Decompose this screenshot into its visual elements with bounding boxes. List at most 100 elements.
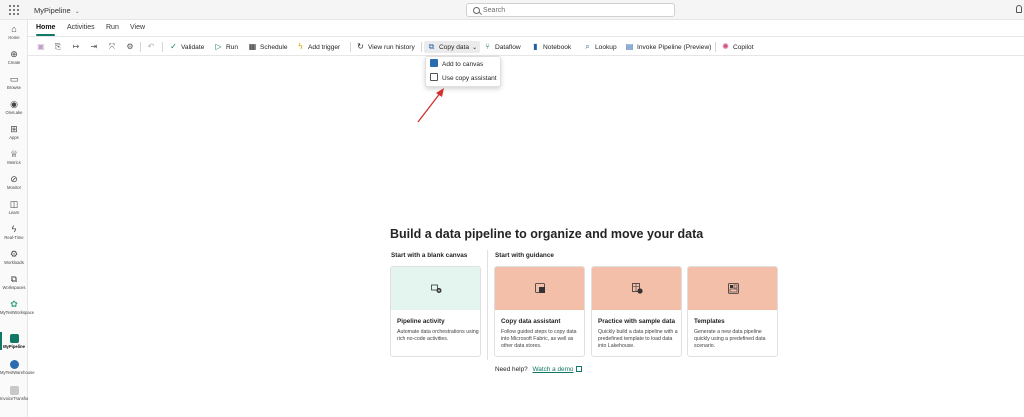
rail-item-browse[interactable]: ▭ Browse: [0, 74, 28, 90]
copy-data-menu: Add to canvas Use copy assistant: [425, 56, 501, 87]
menu-item-add-to-canvas[interactable]: Add to canvas: [430, 59, 483, 71]
workloads-icon: ⚙: [9, 249, 19, 259]
rail-item-create[interactable]: ⊕ Create: [0, 49, 28, 65]
app-launcher-icon[interactable]: [9, 5, 19, 15]
rail-item-label: Browse: [7, 85, 21, 90]
rail-item-mytestworkspace[interactable]: ✿ MyTestWorkspace: [0, 299, 35, 315]
onelake-icon: ◉: [10, 99, 18, 109]
add-trigger-label: Add trigger: [308, 44, 341, 51]
dataflow-button[interactable]: ⑂ Dataflow: [483, 41, 521, 53]
rail-item-apps[interactable]: ⊞ Apps: [0, 124, 28, 140]
lookup-button[interactable]: ⌕ Lookup: [583, 41, 617, 53]
rail-item-workspaces[interactable]: ⧉ Workspaces: [0, 274, 28, 290]
card-copy-data-assistant[interactable]: Copy data assistant Follow guided steps …: [494, 266, 585, 357]
move-out-icon[interactable]: ⇥: [89, 42, 99, 52]
view-run-history-button[interactable]: ↻ View run history: [356, 41, 415, 53]
validate-label: Validate: [181, 44, 205, 51]
expand-icon[interactable]: ⤧: [107, 42, 117, 52]
card-description: Follow guided steps to copy data into Mi…: [501, 329, 577, 349]
schedule-button[interactable]: ▦ Schedule: [248, 41, 288, 53]
monitor-icon: ⊘: [10, 174, 18, 184]
pipeline-icon: [9, 334, 19, 343]
home-icon: ⌂: [11, 24, 17, 34]
save-icon[interactable]: ▣: [36, 42, 46, 52]
rail-item-label: Home: [8, 35, 20, 40]
item-title[interactable]: MyPipeline ⌄: [34, 6, 80, 15]
rail-item-label: InvoiceTransformOrder(...: [0, 396, 28, 401]
dataflow-icon: ⑂: [485, 42, 490, 51]
move-in-icon[interactable]: ↦: [71, 42, 81, 52]
card-banner: [391, 267, 480, 310]
menu-item-label: Add to canvas: [442, 61, 484, 68]
rail-item-mytestwarehouse[interactable]: MyTestWarehouse: [0, 360, 35, 375]
card-title: Practice with sample data: [598, 318, 675, 325]
rail-item-mypipeline[interactable]: MyPipeline: [0, 332, 28, 350]
rail-item-monitor[interactable]: ⊘ Monitor: [0, 174, 28, 190]
card-practice-sample-data[interactable]: Practice with sample data Quickly build …: [591, 266, 682, 357]
toolbar-divider: [421, 42, 422, 52]
run-button[interactable]: ▷ Run: [214, 41, 238, 53]
watch-demo-link[interactable]: Watch a demo: [532, 366, 573, 373]
play-icon: ▷: [215, 42, 222, 51]
rail-item-notebook[interactable]: InvoiceTransformOrder(...: [0, 386, 28, 401]
folder-icon: ▭: [9, 74, 19, 84]
add-trigger-button[interactable]: ϟ Add trigger: [296, 41, 340, 53]
schedule-label: Schedule: [260, 44, 288, 51]
toolbar-divider: [350, 42, 351, 52]
rail-item-home[interactable]: ⌂ Home: [0, 24, 28, 40]
lookup-label: Lookup: [595, 44, 617, 51]
notebook-icon: [9, 386, 19, 395]
invoke-pipeline-button[interactable]: ▤ Invoke Pipeline (Preview): [625, 41, 712, 53]
lookup-icon: ⌕: [585, 42, 590, 51]
rail-item-label: Monitor: [7, 185, 21, 190]
search-box[interactable]: Search: [466, 3, 675, 17]
notification-icon[interactable]: [1016, 5, 1022, 13]
notebook-button[interactable]: ▮ Notebook: [531, 41, 571, 53]
rail-item-label: OneLake: [5, 110, 23, 115]
copy-assistant-icon: [535, 283, 545, 293]
copilot-label: Copilot: [733, 44, 754, 51]
rail-item-label: MyPipeline: [3, 344, 25, 349]
undo-icon[interactable]: ↶: [146, 42, 156, 52]
settings-doc-icon[interactable]: ⎘: [53, 42, 63, 52]
card-title: Templates: [694, 318, 725, 325]
notebook-icon: ▮: [533, 42, 538, 51]
tab-activities[interactable]: Activities: [67, 24, 95, 31]
tab-view[interactable]: View: [130, 24, 145, 31]
ribbon-toolbar: ▣ ⎘ ↦ ⇥ ⤧ ⚙ ↶ ✓ Validate ▷ Run ▦ Schedule ϟ…: [28, 36, 1024, 56]
templates-icon: [728, 283, 739, 294]
rail-item-metrics[interactable]: ♕ Metrics: [0, 149, 28, 165]
card-templates[interactable]: Templates Generate a new data pipeline q…: [687, 266, 778, 357]
help-row: Need help? Watch a demo: [495, 366, 583, 373]
external-link-icon: [576, 366, 583, 372]
view-run-history-label: View run history: [368, 44, 415, 51]
copilot-button[interactable]: ✺ Copilot: [721, 41, 754, 53]
validate-button[interactable]: ✓ Validate: [169, 41, 204, 53]
copy-data-icon: ⧉: [428, 42, 435, 51]
copy-data-button[interactable]: ⧉ Copy data ⌄: [424, 41, 481, 53]
left-nav-rail: ⌂ Home ⊕ Create ▭ Browse ◉ OneLake ⊞ App…: [0, 20, 35, 417]
rail-item-onelake[interactable]: ◉ OneLake: [0, 99, 28, 115]
rail-item-workloads[interactable]: ⚙ Workloads: [0, 249, 28, 265]
rail-item-real-time[interactable]: ϟ Real-Time: [0, 224, 28, 240]
tab-run[interactable]: Run: [106, 24, 119, 31]
menu-item-label: Use copy assistant: [442, 75, 497, 82]
apps-icon: ⊞: [10, 124, 18, 134]
blank-canvas-section-title: Start with a blank canvas: [391, 252, 468, 259]
rail-item-label: Apps: [9, 135, 19, 140]
rail-item-label: Create: [7, 60, 21, 65]
lightning-icon: ϟ: [298, 42, 303, 51]
history-icon: ↻: [357, 42, 364, 51]
gear-icon[interactable]: ⚙: [125, 42, 135, 52]
tab-home[interactable]: Home: [36, 24, 56, 36]
rail-item-label: MyTestWorkspace: [0, 310, 35, 315]
book-icon: ◫: [9, 199, 19, 209]
card-banner: [688, 267, 777, 310]
dataflow-label: Dataflow: [495, 44, 521, 51]
rail-item-learn[interactable]: ◫ Learn: [0, 199, 28, 215]
search-placeholder: Search: [483, 6, 506, 14]
card-pipeline-activity[interactable]: Pipeline activity Automate data orchestr…: [390, 266, 481, 357]
card-description: Generate a new data pipeline quickly usi…: [694, 329, 766, 349]
toolbar-divider: [715, 42, 716, 52]
notebook-label: Notebook: [543, 44, 572, 51]
